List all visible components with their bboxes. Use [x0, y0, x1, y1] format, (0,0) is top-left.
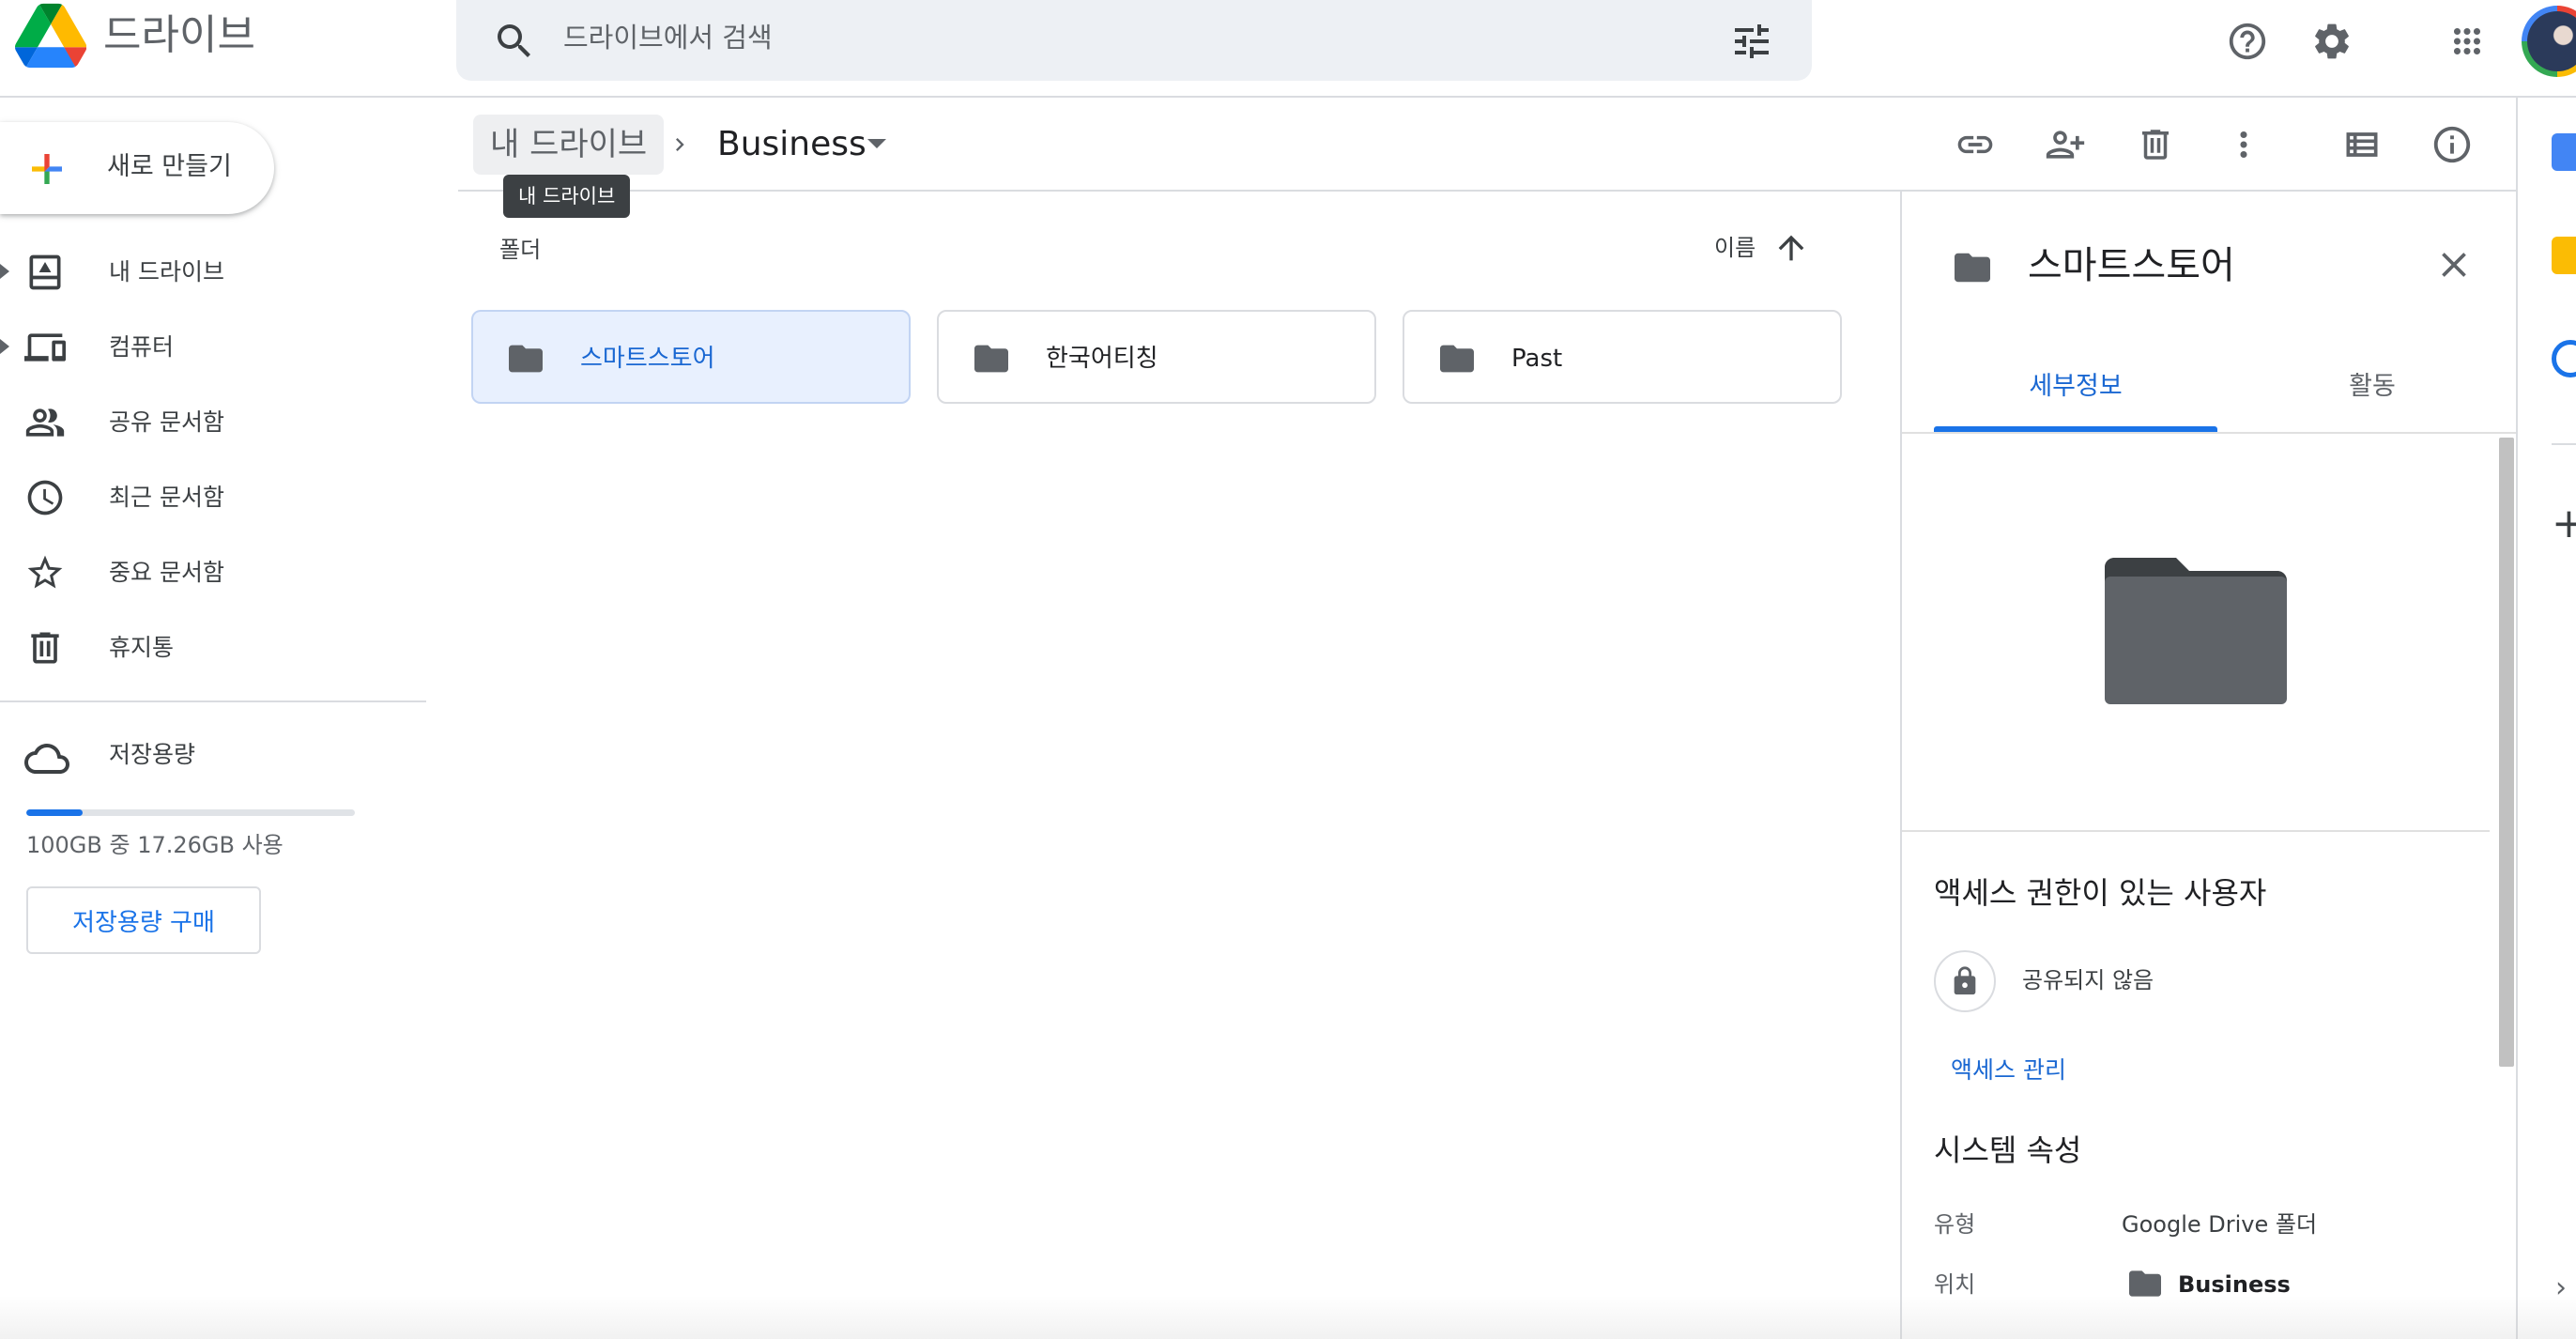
folder-icon [1436, 342, 1478, 376]
storage-progress-bar [26, 809, 355, 816]
type-label: 유형 [1934, 1211, 1976, 1238]
info-icon[interactable] [2426, 118, 2478, 171]
dropdown-caret-icon[interactable] [867, 139, 886, 148]
sharing-status: 공유되지 않음 [2022, 967, 2154, 993]
folder-icon [505, 342, 546, 376]
folder-card[interactable]: Past [1403, 310, 1842, 404]
drive-logo-icon[interactable] [15, 2, 86, 69]
sidebar-item-trash[interactable]: 휴지통 [0, 614, 413, 682]
location-label: 위치 [1934, 1271, 1976, 1298]
folder-name: Past [1511, 345, 1563, 373]
calendar-icon[interactable] [2552, 133, 2576, 171]
trash-icon [24, 627, 66, 669]
chevron-right-icon [667, 130, 693, 160]
link-icon[interactable] [1949, 118, 2001, 171]
new-button[interactable]: 새로 만들기 [0, 122, 274, 214]
sidebar-item-storage[interactable] [0, 723, 413, 791]
side-apps-panel: + › [2516, 98, 2576, 1339]
app-title[interactable]: 드라이브 [103, 8, 255, 64]
location-value[interactable]: Business [2178, 1266, 2291, 1303]
breadcrumb-current[interactable]: Business [717, 118, 866, 171]
sort-by-name-button[interactable]: 이름 [1714, 231, 1756, 265]
sidebar-item-label: 중요 문서함 [109, 559, 224, 586]
lock-icon [1954, 966, 1976, 995]
cloud-icon [24, 736, 69, 777]
breadcrumb-tooltip: 내 드라이브 [503, 175, 631, 218]
search-options-icon[interactable] [1729, 19, 1774, 64]
trash-icon[interactable] [2129, 118, 2182, 171]
type-value: Google Drive 폴더 [2122, 1211, 2318, 1238]
buy-storage-button[interactable]: 저장용량 구매 [26, 886, 261, 954]
search-bar[interactable]: 드라이브에서 검색 [456, 0, 1812, 81]
panel-scrollbar[interactable] [2499, 438, 2514, 1067]
apps-grid-icon[interactable] [2437, 11, 2497, 71]
manage-access-link[interactable]: 액세스 관리 [1951, 1052, 2066, 1089]
storage-usage-text: 100GB 중 17.26GB 사용 [26, 832, 284, 858]
sidebar-item-shared[interactable]: 공유 문서함 [0, 389, 413, 456]
sidebar-item-label: 내 드라이브 [109, 258, 224, 285]
list-view-icon[interactable] [2336, 118, 2388, 171]
folder-name: 한국어티칭 [1046, 345, 1158, 373]
sidebar-item-computers[interactable]: 컴퓨터 [0, 314, 413, 381]
folder-icon[interactable] [2125, 1268, 2165, 1300]
breadcrumb-my-drive[interactable]: 내 드라이브 [473, 115, 665, 175]
sidebar-divider [0, 700, 426, 702]
add-addon-icon[interactable]: + [2552, 503, 2576, 545]
sidebar-item-label: 공유 문서함 [109, 408, 224, 436]
details-panel: 스마트스토어 세부정보 활동 액세스 권한이 있는 사용자 공유되지 않음 액세… [1900, 192, 2518, 1339]
preview-divider [1902, 830, 2490, 832]
chevron-right-icon[interactable]: › [2555, 1271, 2567, 1304]
more-vert-icon[interactable] [2217, 118, 2270, 171]
sidebar-item-my-drive[interactable]: 내 드라이브 [0, 239, 413, 306]
sidebar-item-label: 컴퓨터 [109, 333, 175, 361]
folder-icon [1951, 250, 1994, 285]
lock-badge [1934, 950, 1996, 1012]
side-divider [2552, 443, 2576, 445]
folder-icon [971, 342, 1012, 376]
sidebar-item-recent[interactable]: 최근 문서함 [0, 464, 413, 531]
arrow-up-icon[interactable] [1772, 229, 1810, 267]
plus-icon [24, 146, 69, 192]
details-title: 스마트스토어 [2028, 244, 2235, 287]
sidebar-item-label: 최근 문서함 [109, 484, 224, 511]
folder-preview-icon [2105, 558, 2287, 704]
computers-icon [24, 327, 66, 368]
help-icon[interactable] [2217, 11, 2277, 71]
my-drive-icon [24, 252, 66, 293]
access-heading: 액세스 권한이 있는 사용자 [1934, 875, 2267, 911]
folders-section-label: 폴더 [499, 237, 542, 263]
expand-arrow-icon[interactable] [0, 339, 9, 354]
tab-activity[interactable]: 활동 [2231, 359, 2514, 438]
star-icon [24, 552, 66, 593]
new-button-label: 새로 만들기 [107, 152, 232, 181]
tasks-icon[interactable] [2552, 340, 2576, 377]
keep-icon[interactable] [2552, 237, 2576, 274]
settings-icon[interactable] [2302, 11, 2362, 71]
sidebar-item-starred[interactable]: 중요 문서함 [0, 539, 413, 607]
shared-icon [24, 402, 66, 443]
account-avatar[interactable] [2522, 6, 2576, 77]
avatar-photo [2527, 11, 2576, 71]
search-input[interactable]: 드라이브에서 검색 [563, 17, 773, 58]
breadcrumb-toolbar: 내 드라이브 Business [458, 98, 2516, 192]
sidebar-item-label: 휴지통 [109, 634, 175, 661]
system-properties-heading: 시스템 속성 [1934, 1132, 2082, 1168]
folder-card[interactable]: 한국어티칭 [937, 310, 1376, 404]
folder-name: 스마트스토어 [580, 345, 715, 373]
expand-arrow-icon[interactable] [0, 264, 9, 279]
share-person-icon[interactable] [2039, 118, 2092, 171]
search-icon[interactable] [492, 19, 537, 64]
storage-progress-fill [26, 809, 84, 816]
top-header: 드라이브 드라이브에서 검색 [0, 0, 2576, 98]
recent-icon [24, 477, 66, 518]
storage-label: 저장용량 [109, 741, 196, 768]
tabs-divider [1902, 432, 2518, 434]
close-icon[interactable] [2428, 239, 2480, 291]
folder-card[interactable]: 스마트스토어 [471, 310, 911, 404]
